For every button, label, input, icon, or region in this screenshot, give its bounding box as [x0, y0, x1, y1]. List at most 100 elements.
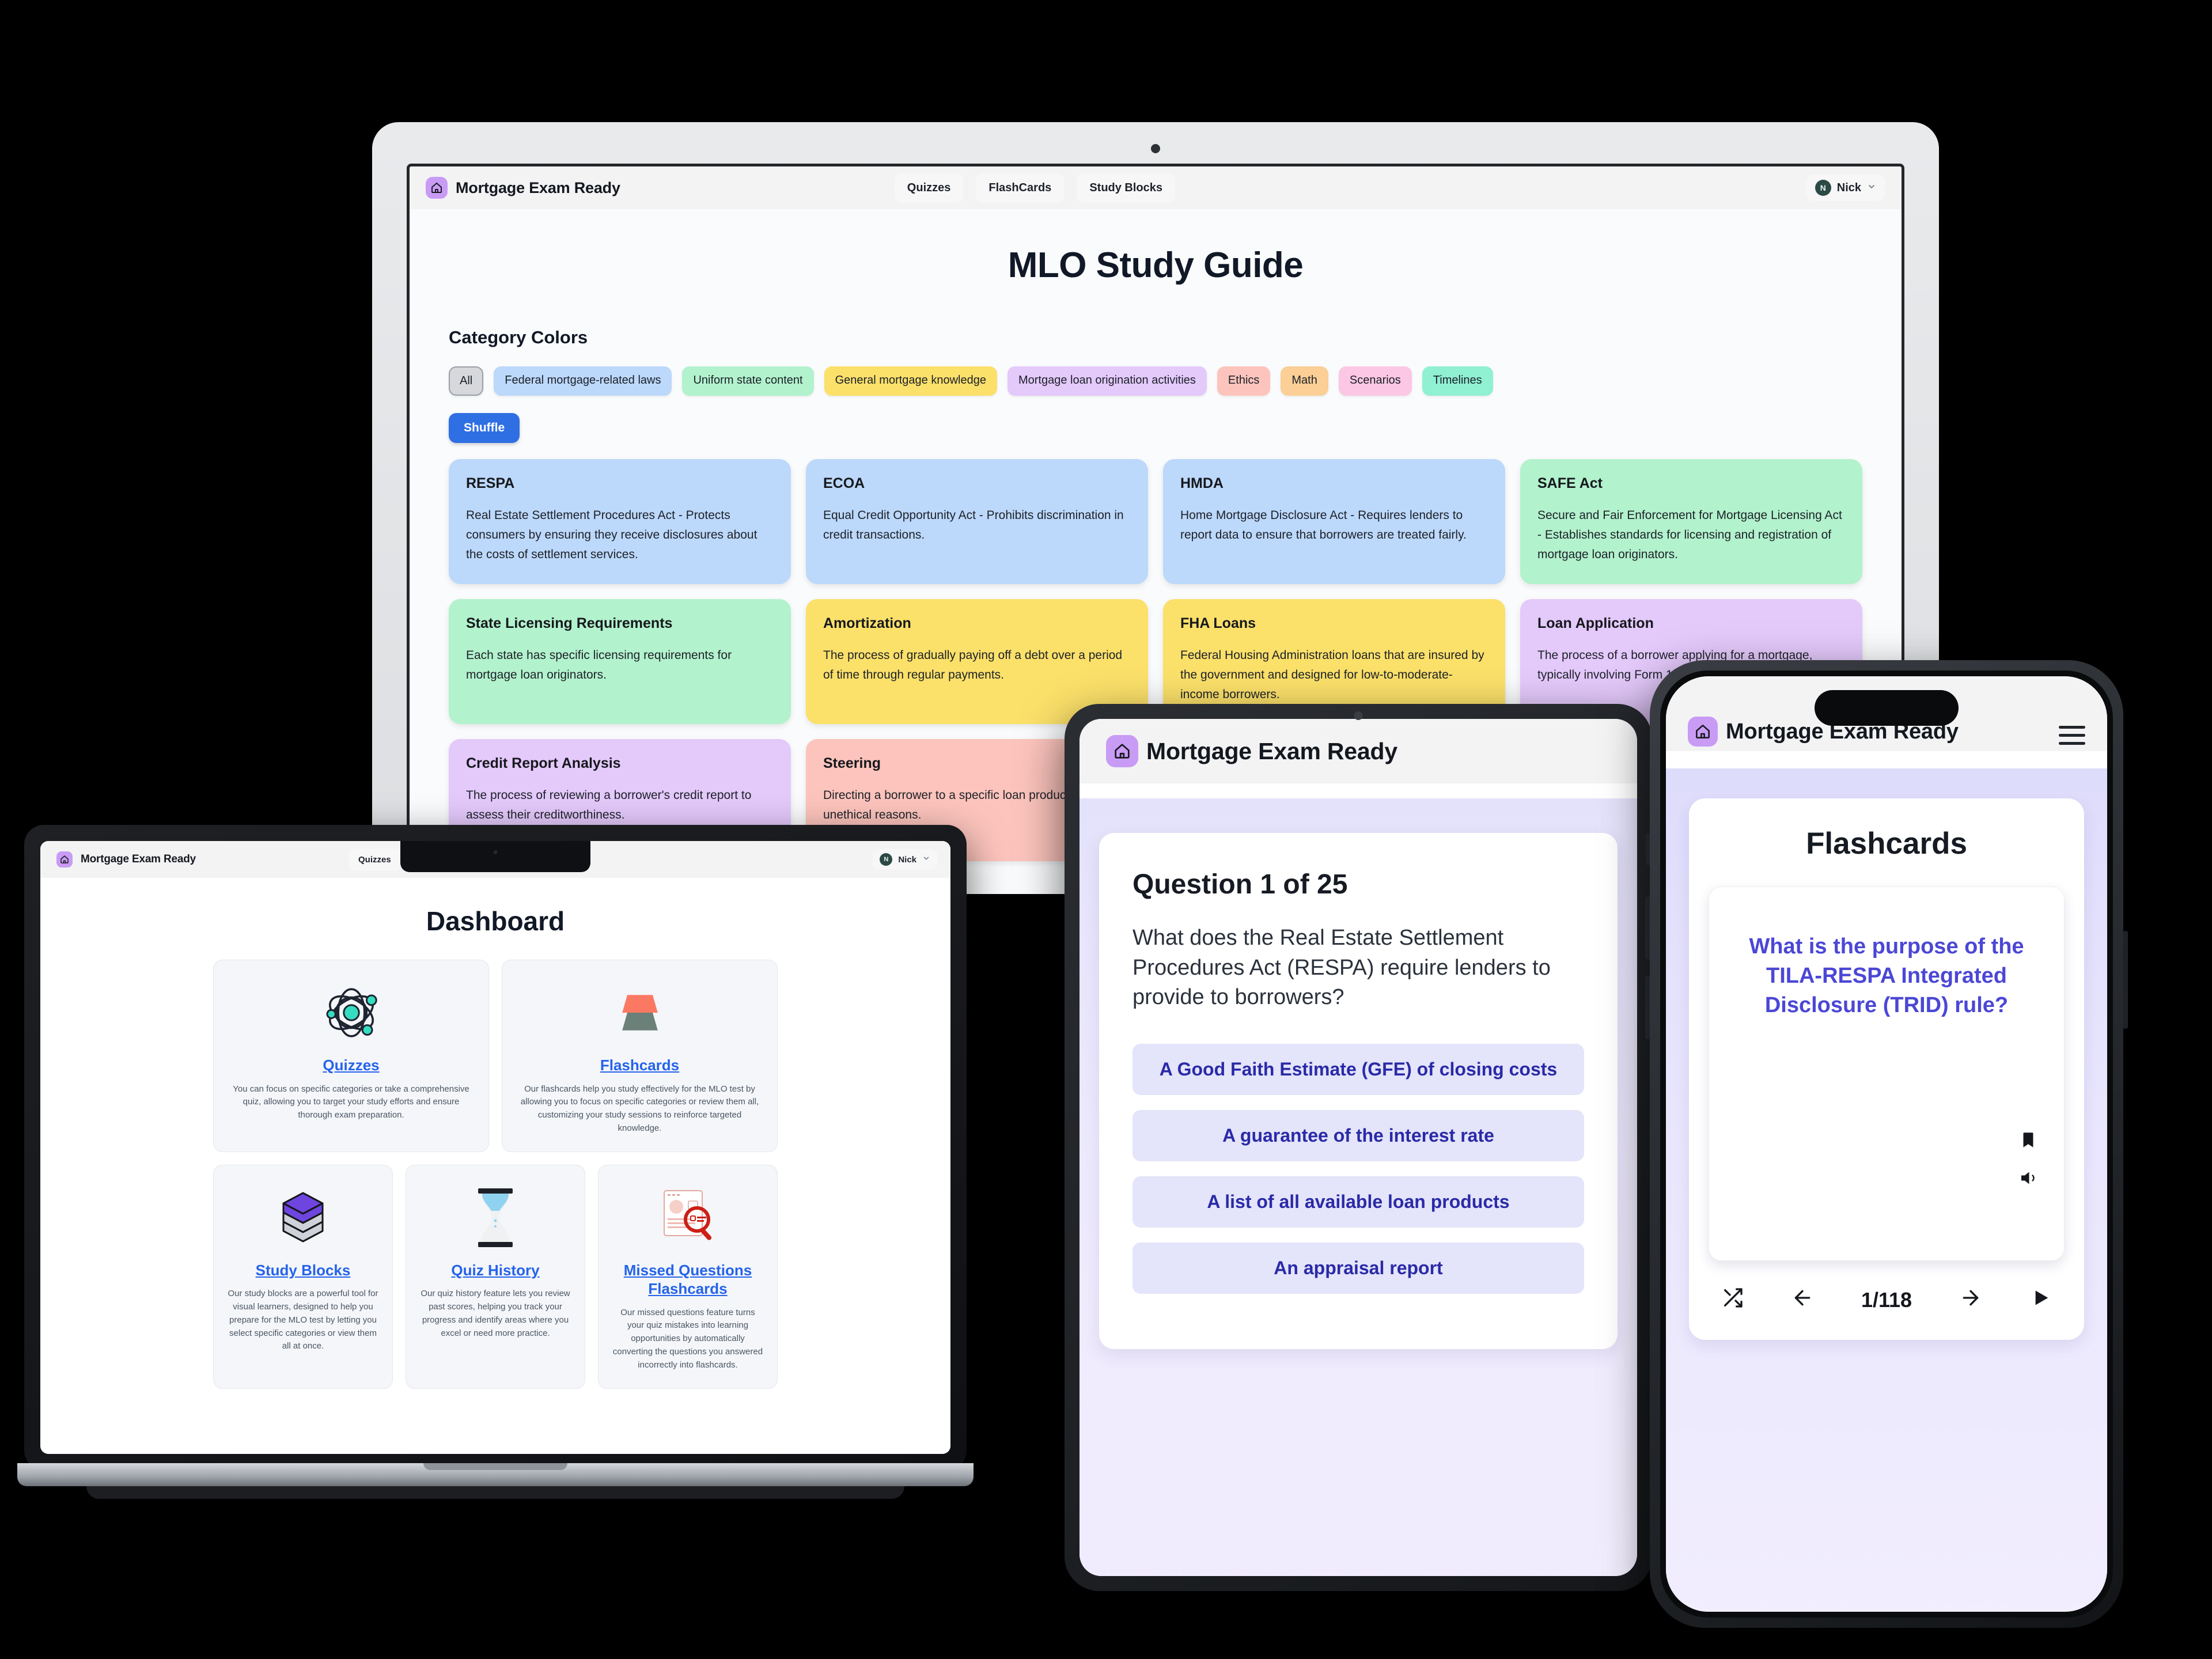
brand-name: Mortgage Exam Ready [81, 853, 196, 865]
dashboard-card-text: Our missed questions feature turns your … [612, 1307, 763, 1370]
user-menu[interactable]: N Nick [1805, 175, 1885, 201]
category-chip-timelines[interactable]: Timelines [1422, 366, 1493, 396]
dashboard-link-missed-questions[interactable]: Missed Questions Flashcards [611, 1261, 764, 1298]
category-chip-federal-mortgage-related-laws[interactable]: Federal mortgage-related laws [494, 366, 672, 396]
study-card[interactable]: RESPA Real Estate Settlement Procedures A… [449, 459, 791, 585]
study-card-title: SAFE Act [1537, 475, 1603, 491]
hourglass-icon [467, 1180, 524, 1255]
hamburger-menu-icon[interactable] [2059, 726, 2085, 745]
brand[interactable]: Mortgage Exam Ready [426, 177, 620, 199]
macbook-lid: Mortgage Exam Ready Quizzes Flashcards S… [24, 825, 967, 1470]
dashboard-card-grid: Quizzes You can focus on specific catego… [40, 960, 950, 1389]
study-card[interactable]: ECOA Equal Credit Opportunity Act - Prohi… [806, 459, 1148, 585]
arrow-right-icon[interactable] [1959, 1286, 1982, 1313]
dashboard-card-text: Our flashcards help you study effectivel… [520, 1084, 759, 1133]
dashboard-page: Dashboard Quizzes You can focus on speci… [40, 878, 950, 1454]
phone-bezel: Mortgage Exam Ready Flashcards What is t… [1660, 671, 2113, 1618]
study-card[interactable]: State Licensing Requirements Each state h… [449, 599, 791, 725]
home-logo-icon [56, 851, 73, 868]
user-menu[interactable]: N Nick [872, 849, 938, 870]
brand[interactable]: Mortgage Exam Ready [1106, 735, 1397, 767]
category-chip-uniform-state-content[interactable]: Uniform state content [682, 366, 814, 396]
page-title: MLO Study Guide [1007, 245, 1304, 285]
dashboard-link-quiz-history[interactable]: Quiz History [451, 1261, 539, 1280]
nav-link-quizzes[interactable]: Quizzes [349, 848, 400, 871]
dynamic-island [1815, 690, 1959, 726]
answer-option-4[interactable]: An appraisal report [1132, 1243, 1584, 1294]
nav-link-study-blocks[interactable]: Study Blocks [1077, 173, 1176, 203]
dashboard-card-flashcards[interactable]: Flashcards Our flashcards help you study… [502, 960, 778, 1152]
dashboard-card-text: Our study blocks are a powerful tool for… [228, 1289, 378, 1351]
study-card-title: HMDA [1180, 475, 1224, 491]
question-counter: Question 1 of 25 [1132, 869, 1348, 900]
dashboard-card-study-blocks[interactable]: Study Blocks Our study blocks are a powe… [213, 1164, 393, 1389]
macbook-base [17, 1463, 974, 1486]
flashcard-controls: 1/118 [1709, 1261, 2065, 1313]
laptop-camera-icon [1151, 144, 1160, 153]
arrow-left-icon[interactable] [1791, 1286, 1814, 1313]
home-logo-icon [426, 177, 448, 199]
phone-chassis: Mortgage Exam Ready Flashcards What is t… [1650, 660, 2123, 1628]
atom-icon [317, 975, 386, 1050]
shuffle-icon[interactable] [1721, 1286, 1744, 1313]
flashcards-title: Flashcards [1806, 827, 1967, 861]
category-chip-mortgage-loan-origination-activities[interactable]: Mortgage loan origination activities [1007, 366, 1207, 396]
study-card[interactable]: SAFE Act Secure and Fair Enforcement for … [1520, 459, 1862, 585]
brand[interactable]: Mortgage Exam Ready [56, 851, 196, 868]
answer-option-2[interactable]: A guarantee of the interest rate [1132, 1110, 1584, 1162]
phone-power-button[interactable] [2123, 931, 2128, 1029]
tablet-chassis: Mortgage Exam Ready Question 1 of 25 Wha… [1065, 704, 1652, 1591]
cube-stack-icon [274, 1180, 332, 1255]
answer-option-3[interactable]: A list of all available loan products [1132, 1176, 1584, 1228]
study-card-text: Real Estate Settlement Procedures Act - … [466, 509, 757, 562]
category-chip-ethics[interactable]: Ethics [1217, 366, 1271, 396]
home-logo-icon [1106, 735, 1138, 767]
quiz-card: Question 1 of 25 What does the Real Esta… [1099, 833, 1618, 1350]
dashboard-link-flashcards[interactable]: Flashcards [600, 1056, 679, 1075]
quiz-page: Question 1 of 25 What does the Real Esta… [1080, 798, 1637, 1576]
dashboard-card-quiz-history[interactable]: Quiz History Our quiz history feature le… [406, 1164, 585, 1389]
spacer [1666, 751, 2107, 768]
study-card-title: Amortization [823, 615, 911, 632]
study-card-title: FHA Loans [1180, 615, 1256, 632]
dashboard-card-text: Our quiz history feature lets you review… [421, 1289, 570, 1338]
study-card-text: The process of gradually paying off a de… [823, 649, 1123, 682]
study-card-text: Federal Housing Administration loans tha… [1180, 649, 1484, 702]
bookmark-icon[interactable] [2018, 1130, 2038, 1153]
play-icon[interactable] [2029, 1286, 2052, 1313]
question-text: What does the Real Estate Settlement Pro… [1132, 926, 1551, 1010]
study-card[interactable]: HMDA Home Mortgage Disclosure Act - Requi… [1163, 459, 1505, 585]
home-logo-icon [1688, 717, 1718, 747]
study-card-text: Secure and Fair Enforcement for Mortgage… [1537, 509, 1842, 562]
dashboard-link-study-blocks[interactable]: Study Blocks [256, 1261, 351, 1280]
phone-device: Mortgage Exam Ready Flashcards What is t… [1645, 660, 2128, 1628]
dashboard-card-quizzes[interactable]: Quizzes You can focus on specific catego… [213, 960, 489, 1152]
nav-link-flashcards[interactable]: FlashCards [976, 173, 1065, 203]
study-card-title: Loan Application [1537, 615, 1654, 632]
study-card-text: Home Mortgage Disclosure Act - Requires … [1180, 509, 1467, 542]
study-card-text: The process of reviewing a borrower's cr… [466, 789, 752, 822]
avatar: N [1815, 180, 1831, 196]
brand-name: Mortgage Exam Ready [456, 179, 620, 196]
speaker-icon[interactable] [2018, 1168, 2039, 1191]
flashcards-page: Flashcards What is the purpose of the TI… [1666, 768, 2107, 1612]
category-chip-scenarios[interactable]: Scenarios [1338, 366, 1412, 396]
flashcard-counter: 1/118 [1861, 1287, 1912, 1312]
answer-option-1[interactable]: A Good Faith Estimate (GFE) of closing c… [1132, 1044, 1584, 1096]
shuffle-button[interactable]: Shuffle [449, 413, 520, 443]
category-chip-general-mortgage-knowledge[interactable]: General mortgage knowledge [824, 366, 997, 396]
study-card-title: Credit Report Analysis [466, 755, 621, 772]
category-chip-all[interactable]: All [449, 366, 484, 396]
dashboard-link-quizzes[interactable]: Quizzes [323, 1056, 379, 1075]
user-name: Nick [898, 854, 916, 865]
dashboard-card-text: You can focus on specific categories or … [233, 1084, 469, 1120]
user-name: Nick [1836, 181, 1861, 194]
category-chip-math[interactable]: Math [1281, 366, 1328, 396]
chevron-down-icon [922, 854, 930, 865]
flashcard[interactable]: What is the purpose of the TILA-RESPA In… [1709, 887, 2065, 1261]
study-card-text: Each state has specific licensing requir… [466, 649, 732, 682]
dashboard-card-missed-questions[interactable]: Missed Questions Flashcards Our missed q… [598, 1164, 778, 1389]
study-card-title: State Licensing Requirements [466, 615, 673, 632]
nav-link-quizzes[interactable]: Quizzes [894, 173, 964, 203]
study-card-text: Equal Credit Opportunity Act - Prohibits… [823, 509, 1124, 542]
